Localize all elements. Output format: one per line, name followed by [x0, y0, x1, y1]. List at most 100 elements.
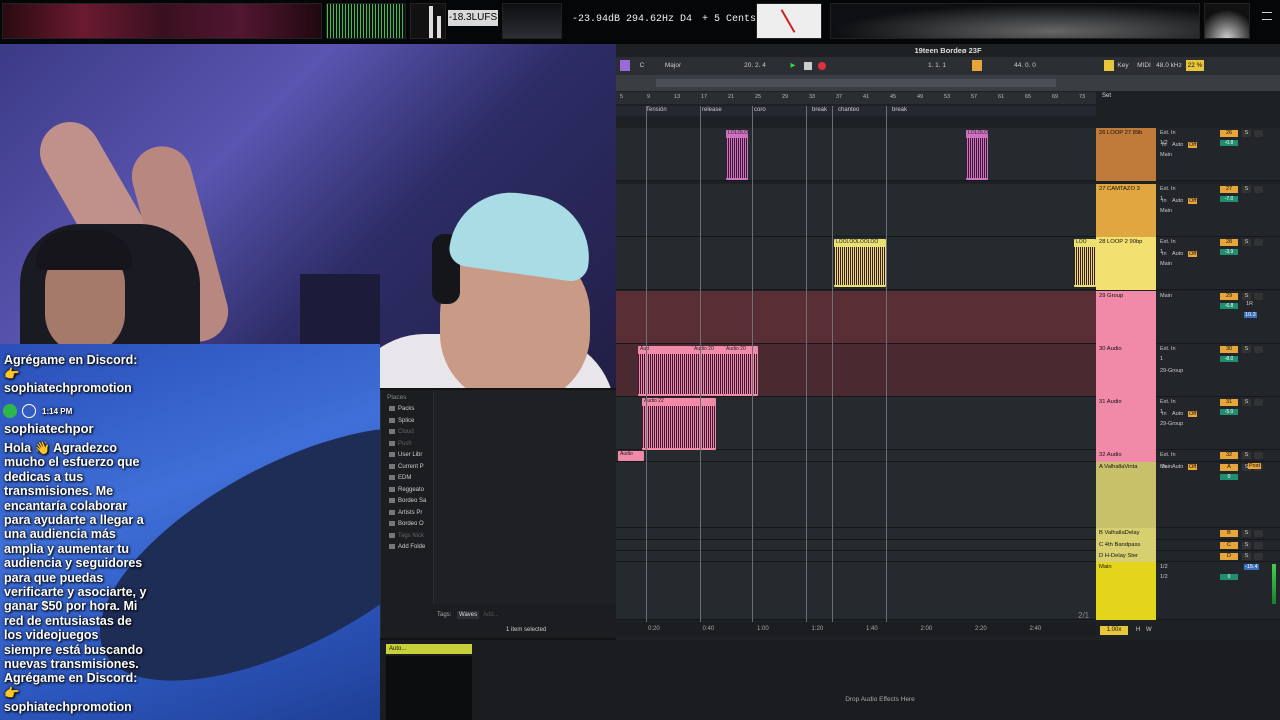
- solo-button[interactable]: S: [1242, 239, 1251, 246]
- solo-button[interactable]: S: [1242, 293, 1251, 300]
- input-routing[interactable]: Ext. In: [1160, 130, 1200, 136]
- output-routing[interactable]: Main: [1160, 261, 1200, 267]
- places-item[interactable]: Tags Nick: [389, 533, 424, 539]
- volume-field[interactable]: -6.8: [1220, 303, 1238, 309]
- loop-start[interactable]: 1. 1. 1: [916, 60, 958, 71]
- volume-field[interactable]: -8.0: [1220, 356, 1238, 362]
- track-lane[interactable]: [616, 184, 1096, 237]
- places-item[interactable]: Bordeo O: [389, 521, 424, 527]
- places-item[interactable]: Reggeato: [389, 487, 424, 493]
- track-activator[interactable]: C: [1220, 542, 1238, 549]
- monitor-off[interactable]: Off: [1188, 251, 1198, 257]
- track-activator[interactable]: A: [1220, 464, 1238, 471]
- solo-button[interactable]: S: [1242, 452, 1251, 459]
- overview-bar[interactable]: [616, 75, 1280, 91]
- track-activator[interactable]: B: [1220, 530, 1238, 537]
- track-activator[interactable]: 32: [1220, 452, 1238, 459]
- locator-lane[interactable]: Tensión release coro break chanteo break: [616, 106, 1096, 116]
- monitor-auto[interactable]: Auto: [1172, 464, 1183, 470]
- midi-label[interactable]: MIDI: [1136, 60, 1152, 71]
- io-toggle-w[interactable]: W: [1146, 627, 1152, 633]
- locator-marker[interactable]: break: [892, 107, 907, 113]
- places-item[interactable]: Artists Pr: [389, 510, 422, 516]
- volume-field[interactable]: -0.8: [1220, 140, 1238, 146]
- arm-button[interactable]: [1254, 239, 1263, 246]
- track-header[interactable]: D H-Delay Ster: [1096, 551, 1156, 562]
- places-item[interactable]: User Libr: [389, 452, 422, 458]
- arm-button[interactable]: [1254, 553, 1263, 560]
- key-select[interactable]: C: [632, 60, 652, 71]
- volume-field[interactable]: -7.0: [1220, 196, 1238, 202]
- track-activator[interactable]: 30: [1220, 346, 1238, 353]
- volume-field[interactable]: 0: [1220, 474, 1238, 480]
- track-lane[interactable]: [616, 551, 1096, 562]
- monitor-in[interactable]: In: [1162, 251, 1167, 257]
- output-routing[interactable]: Main: [1160, 208, 1200, 214]
- track-header[interactable]: 31 Audio: [1096, 397, 1156, 450]
- record-button[interactable]: [818, 62, 826, 70]
- locator-marker[interactable]: break: [812, 107, 827, 113]
- track-activator[interactable]: 26: [1220, 130, 1238, 137]
- places-item[interactable]: Push: [389, 441, 412, 447]
- arm-button[interactable]: [1254, 186, 1263, 193]
- track-activator[interactable]: D: [1220, 553, 1238, 560]
- input-routing[interactable]: Ext. In: [1160, 452, 1200, 458]
- track-header[interactable]: 32 Audio: [1096, 450, 1156, 462]
- locator-marker[interactable]: release: [702, 107, 722, 113]
- output-routing[interactable]: Main: [1160, 152, 1200, 158]
- monitor-off[interactable]: Off: [1188, 198, 1198, 204]
- bar-ruler[interactable]: 5 9 13 17 21 25 29 33 37 41 45 49 53 57 61 65 69 73: [616, 92, 1096, 104]
- zoom-level[interactable]: 1.00x: [1100, 626, 1128, 635]
- key-map-button[interactable]: [1104, 60, 1114, 71]
- input-routing[interactable]: Main: [1160, 293, 1200, 299]
- solo-button[interactable]: S: [1242, 399, 1251, 406]
- monitor-off[interactable]: Off: [1188, 464, 1198, 470]
- input-routing[interactable]: 1/2: [1160, 564, 1200, 570]
- monitor-in[interactable]: In: [1162, 198, 1167, 204]
- audio-clip[interactable]: Audio 20: [692, 346, 724, 396]
- track-header[interactable]: Main: [1096, 562, 1156, 620]
- input-routing[interactable]: Ext. In: [1160, 399, 1200, 405]
- output-routing[interactable]: 29-Group: [1160, 368, 1200, 374]
- track-header[interactable]: 26 LOOP 27 89b: [1096, 128, 1156, 181]
- scale-icon[interactable]: [620, 60, 630, 71]
- input-routing[interactable]: Ext. In: [1160, 186, 1200, 192]
- menu-icon[interactable]: [1262, 12, 1272, 20]
- output-routing[interactable]: 29-Group: [1160, 421, 1200, 427]
- arm-button[interactable]: [1254, 399, 1263, 406]
- track-lane[interactable]: [616, 462, 1096, 528]
- audio-clip[interactable]: LOLOLOI: [966, 130, 988, 180]
- loop-length[interactable]: 44. 0. 0: [1004, 60, 1046, 71]
- monitor-off[interactable]: Off: [1188, 142, 1198, 148]
- monitor-auto[interactable]: Auto: [1172, 411, 1183, 417]
- audio-clip[interactable]: LOOLOOLOOLOO: [834, 239, 886, 287]
- arm-button[interactable]: [1254, 346, 1263, 353]
- track-header[interactable]: 27 CAMTAZO 3: [1096, 184, 1156, 237]
- input-routing[interactable]: Ext. In: [1160, 239, 1200, 245]
- places-item[interactable]: Cloud: [389, 429, 414, 435]
- monitor-in[interactable]: In: [1162, 411, 1167, 417]
- track-header[interactable]: 28 LOOP 2 90bp: [1096, 237, 1156, 290]
- volume-field[interactable]: 0: [1220, 574, 1238, 580]
- scale-select[interactable]: Major: [658, 60, 688, 71]
- track-header[interactable]: 30 Audio: [1096, 344, 1156, 397]
- monitor-in[interactable]: In: [1162, 464, 1167, 470]
- track-activator[interactable]: 31: [1220, 399, 1238, 406]
- arm-button[interactable]: [1254, 130, 1263, 137]
- tag-waves[interactable]: Waves: [457, 611, 480, 619]
- set-button[interactable]: Set: [1102, 93, 1116, 102]
- tag-add[interactable]: Add...: [483, 612, 499, 618]
- io-toggle-h[interactable]: H: [1136, 627, 1140, 633]
- locator-marker[interactable]: Tensión: [646, 107, 667, 113]
- monitor-off[interactable]: Off: [1188, 411, 1198, 417]
- key-label[interactable]: Key: [1116, 60, 1130, 71]
- input-routing[interactable]: Ext. In: [1160, 346, 1200, 352]
- song-position[interactable]: 20. 2. 4: [734, 60, 776, 71]
- pan-readout[interactable]: 1R: [1246, 301, 1253, 307]
- volume-field[interactable]: -5.0: [1220, 409, 1238, 415]
- stop-button[interactable]: [804, 62, 812, 70]
- solo-button[interactable]: S: [1242, 530, 1251, 537]
- monitor-auto[interactable]: Auto: [1172, 251, 1183, 257]
- input-channel[interactable]: 1/2: [1160, 574, 1200, 580]
- audio-clip[interactable]: LOO: [1074, 239, 1096, 287]
